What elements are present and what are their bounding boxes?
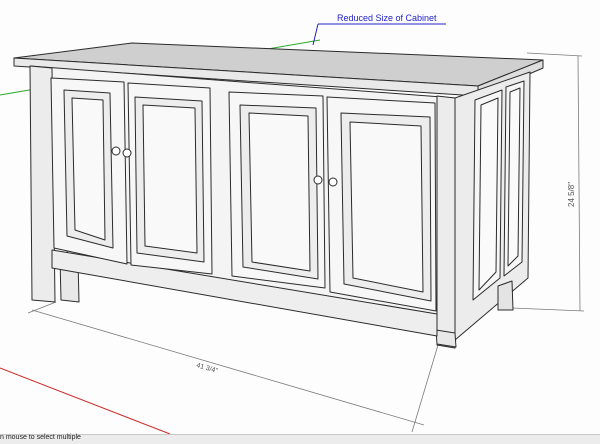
front-right-stile: [436, 95, 456, 349]
annotation-label[interactable]: Reduced Size of Cabinet: [337, 13, 437, 23]
model-viewport[interactable]: 24 5/8" 41 3/4" Reduced Size of Cabinet: [0, 0, 600, 435]
door-1-knob[interactable]: [111, 146, 121, 156]
height-dimension-label: 24 5/8": [567, 182, 576, 207]
side-panel-1-raised: [478, 97, 499, 291]
side-panel-2-raised: [507, 87, 521, 267]
red-axis-line: [0, 367, 171, 435]
door-3-knob[interactable]: [313, 175, 323, 185]
annotation-leader: [312, 23, 446, 46]
door-4-panel-raised: [349, 121, 424, 293]
cabinet-model-drawing[interactable]: 24 5/8" 41 3/4" Reduced Size of Cabinet: [0, 0, 600, 435]
status-hint: n mouse to select multiple: [0, 434, 81, 441]
status-bar: n mouse to select multiple: [0, 434, 600, 444]
front-right-leg: [435, 329, 457, 348]
door-2-panel-raised: [142, 104, 198, 254]
door-1-panel-raised: [71, 97, 106, 241]
door-2-knob[interactable]: [122, 148, 132, 158]
door-3-panel-raised: [248, 112, 311, 272]
door-4-knob[interactable]: [328, 177, 338, 187]
side-leg: [497, 280, 514, 311]
